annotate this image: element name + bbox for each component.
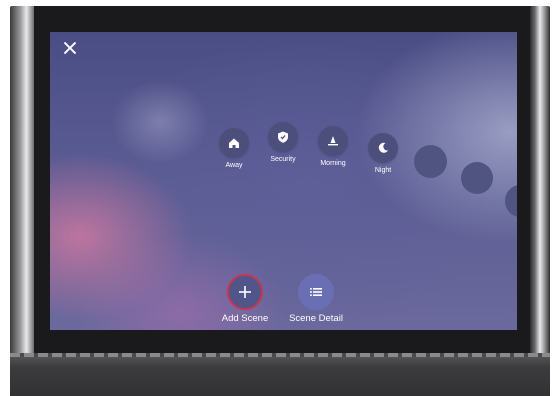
close-icon[interactable] bbox=[62, 40, 78, 56]
empty-scene-slot[interactable] bbox=[461, 162, 493, 194]
home-icon bbox=[229, 138, 239, 148]
scene-detail-button[interactable]: Scene Detail bbox=[281, 274, 351, 324]
scene-circle bbox=[219, 128, 249, 158]
shield-icon bbox=[278, 131, 288, 143]
plus-icon bbox=[239, 286, 251, 298]
add-scene-button[interactable]: Add Scene bbox=[210, 274, 280, 324]
list-icon bbox=[310, 288, 322, 296]
device-base-edge bbox=[10, 353, 550, 357]
sunrise-icon bbox=[328, 136, 338, 146]
scene-circle bbox=[368, 133, 398, 163]
empty-scene-slot[interactable] bbox=[414, 145, 447, 178]
scene-detail-circle bbox=[298, 274, 334, 310]
empty-scene-slot[interactable] bbox=[505, 185, 517, 217]
scene-detail-label: Scene Detail bbox=[289, 313, 343, 324]
device-base bbox=[10, 354, 550, 396]
scene-screen: Away Security Morning Night Add Scene Sc… bbox=[50, 32, 517, 330]
add-scene-label: Add Scene bbox=[221, 313, 269, 324]
scene-item-night[interactable]: Night bbox=[353, 133, 413, 174]
scene-label: Night bbox=[374, 167, 392, 174]
moon-icon bbox=[378, 142, 388, 153]
device-bezel-right bbox=[530, 6, 550, 354]
scene-label: Away bbox=[225, 162, 243, 169]
scene-circle bbox=[268, 122, 298, 152]
device: Away Security Morning Night Add Scene Sc… bbox=[0, 0, 556, 396]
add-scene-circle bbox=[227, 274, 263, 310]
scene-circle bbox=[318, 126, 348, 156]
